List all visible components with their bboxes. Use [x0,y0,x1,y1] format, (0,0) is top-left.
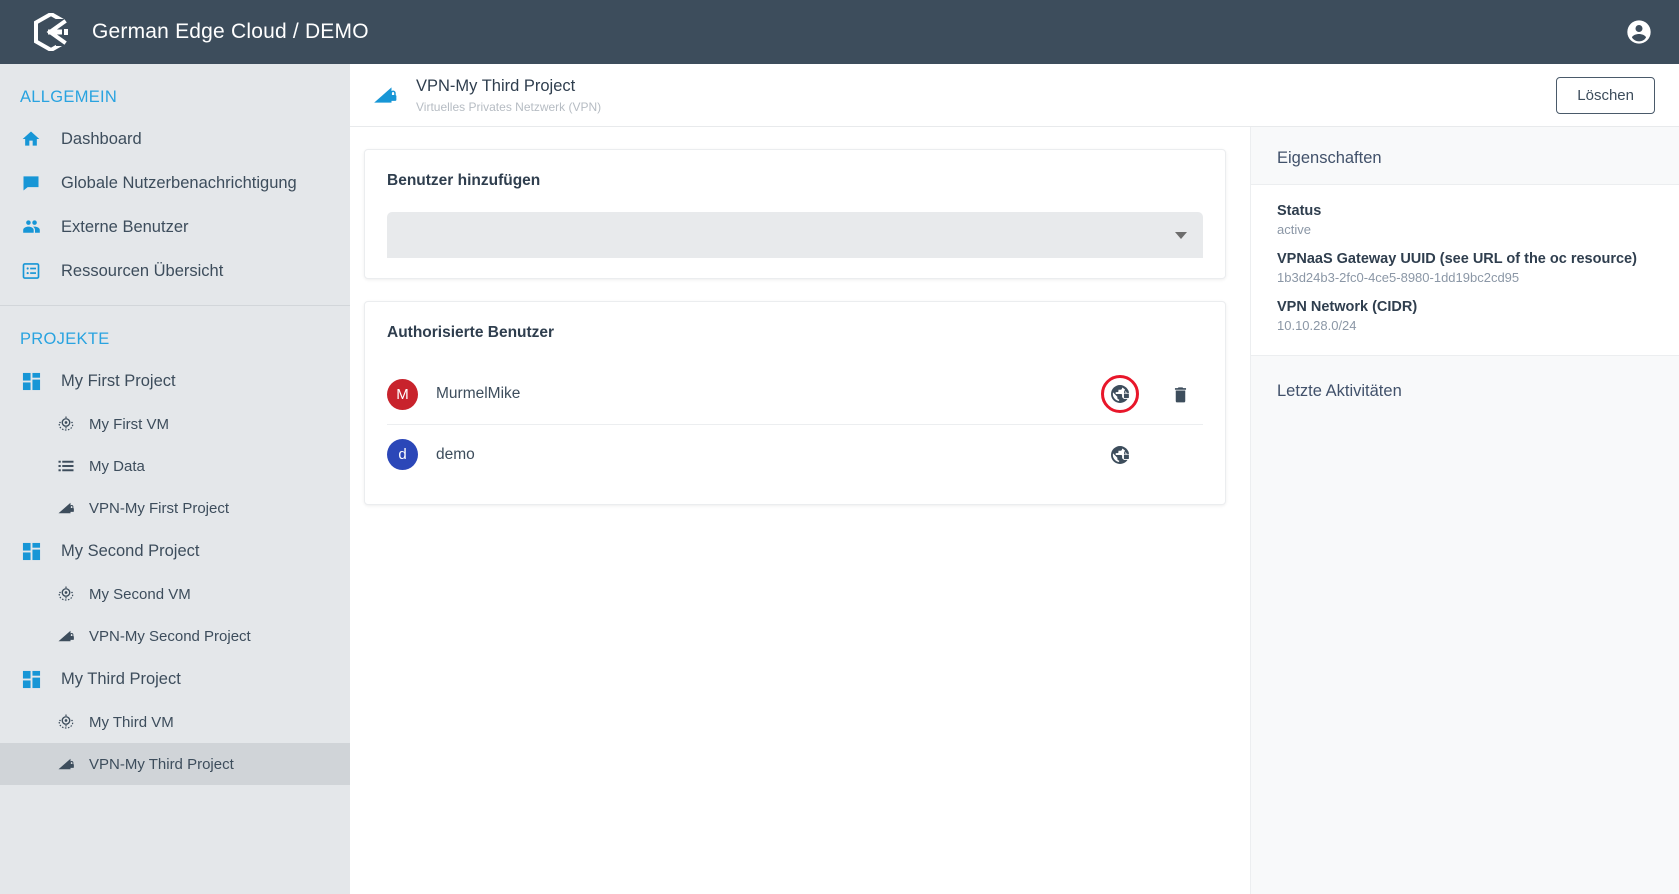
sidebar-item-vpn-my-third-project[interactable]: VPN-My Third Project [0,743,350,785]
table-row: M MurmelMike [387,364,1203,424]
row-action-spacer [1163,438,1197,472]
sidebar-item-my-first-project[interactable]: My First Project [0,359,350,403]
sidebar-item-my-third-vm[interactable]: My Third VM [0,701,350,743]
vpn-lock-icon [56,755,75,774]
property-key: VPNaaS Gateway UUID (see URL of the oc r… [1277,251,1653,267]
activities-title: Letzte Aktivitäten [1251,356,1679,401]
sidebar-item-label: Globale Nutzerbenachrichtigung [61,174,297,193]
list-box-icon [20,260,42,282]
vm-icon [56,415,75,434]
content-wrap: Benutzer hinzufügen Authorisierte Benutz… [350,127,1679,894]
vpn-globe-lock-icon[interactable] [1103,438,1137,472]
sidebar-item-label: VPN-My Second Project [89,628,251,645]
page-subtitle: Virtuelles Privates Netzwerk (VPN) [416,100,601,114]
sidebar-item-label: My Second VM [89,586,191,603]
page-title: VPN-My Third Project [416,76,601,97]
sidebar-item-label: My Data [89,458,145,475]
chat-bubble-icon [20,172,42,194]
sidebar-item-dashboard[interactable]: Dashboard [0,117,350,161]
sidebar-item-label: My Third VM [89,714,174,731]
sidebar-item-my-second-project[interactable]: My Second Project [0,529,350,573]
property-key: VPN Network (CIDR) [1277,299,1653,315]
sidebar-item-my-second-vm[interactable]: My Second VM [0,573,350,615]
sidebar-item-globale-nutzerbenachrichtigung[interactable]: Globale Nutzerbenachrichtigung [0,161,350,205]
vpn-globe-lock-icon[interactable] [1103,377,1137,411]
sidebar-item-externe-benutzer[interactable]: Externe Benutzer [0,205,350,249]
add-user-card-title: Benutzer hinzufügen [387,172,1203,190]
sidebar-item-vpn-my-first-project[interactable]: VPN-My First Project [0,487,350,529]
dashboard-tiles-icon [20,668,42,690]
sidebar-item-label: Ressourcen Übersicht [61,262,223,281]
properties-title: Eigenschaften [1251,127,1679,184]
dashboard-tiles-icon [20,540,42,562]
sidebar-item-label: Externe Benutzer [61,218,189,237]
page-header: VPN-My Third Project Virtuelles Privates… [350,64,1679,127]
page-header-text: VPN-My Third Project Virtuelles Privates… [416,76,601,114]
dashboard-tiles-icon [20,370,42,392]
home-icon [20,128,42,150]
property-value: 1b3d24b3-2fc0-4ce5-8980-1dd19bc2cd95 [1277,270,1653,285]
properties-card: Status active VPNaaS Gateway UUID (see U… [1251,184,1679,356]
delete-button[interactable]: Löschen [1556,77,1655,114]
user-name: MurmelMike [436,385,1103,403]
vm-icon [56,585,75,604]
property-value: active [1277,222,1653,237]
vm-icon [56,713,75,732]
avatar: d [387,439,418,470]
sidebar-item-label: My Second Project [61,542,199,561]
sidebar-item-my-first-vm[interactable]: My First VM [0,403,350,445]
sidebar-item-label: VPN-My Third Project [89,756,234,773]
data-list-icon [56,457,75,476]
sidebar-item-my-data[interactable]: My Data [0,445,350,487]
vpn-lock-icon [56,499,75,518]
chevron-down-icon [1175,232,1187,239]
content-left-column: Benutzer hinzufügen Authorisierte Benutz… [350,127,1250,894]
sidebar-section-allgemein-title: ALLGEMEIN [0,64,350,117]
trash-icon[interactable] [1163,377,1197,411]
user-name: demo [436,446,1103,464]
main-content: VPN-My Third Project Virtuelles Privates… [350,64,1679,894]
table-row: d demo [387,424,1203,484]
property-value: 10.10.28.0/24 [1277,318,1653,333]
authorized-users-card-title: Authorisierte Benutzer [387,324,1203,342]
authorized-users-card: Authorisierte Benutzer M MurmelMike [364,301,1226,505]
sidebar-item-label: VPN-My First Project [89,500,229,517]
property-key: Status [1277,203,1653,219]
sidebar-item-label: My Third Project [61,670,181,689]
avatar: M [387,379,418,410]
properties-panel: Eigenschaften Status active VPNaaS Gatew… [1250,127,1679,894]
sidebar-item-vpn-my-second-project[interactable]: VPN-My Second Project [0,615,350,657]
people-icon [20,216,42,238]
sidebar: ALLGEMEIN Dashboard Globale Nutzerbenach… [0,64,350,894]
account-circle-icon[interactable] [1625,18,1653,46]
sidebar-item-label: My First Project [61,372,176,391]
sidebar-item-ressourcen-uebersicht[interactable]: Ressourcen Übersicht [0,249,350,293]
top-bar: German Edge Cloud / DEMO [0,0,1679,64]
app-title: German Edge Cloud / DEMO [92,20,369,44]
sidebar-item-label: Dashboard [61,130,142,149]
vpn-lock-icon [372,82,398,108]
add-user-select[interactable] [387,212,1203,258]
vpn-lock-icon [56,627,75,646]
gec-hexagon-logo [34,13,68,51]
add-user-card: Benutzer hinzufügen [364,149,1226,279]
sidebar-item-my-third-project[interactable]: My Third Project [0,657,350,701]
sidebar-section-projekte-title: PROJEKTE [0,306,350,359]
sidebar-item-label: My First VM [89,416,169,433]
